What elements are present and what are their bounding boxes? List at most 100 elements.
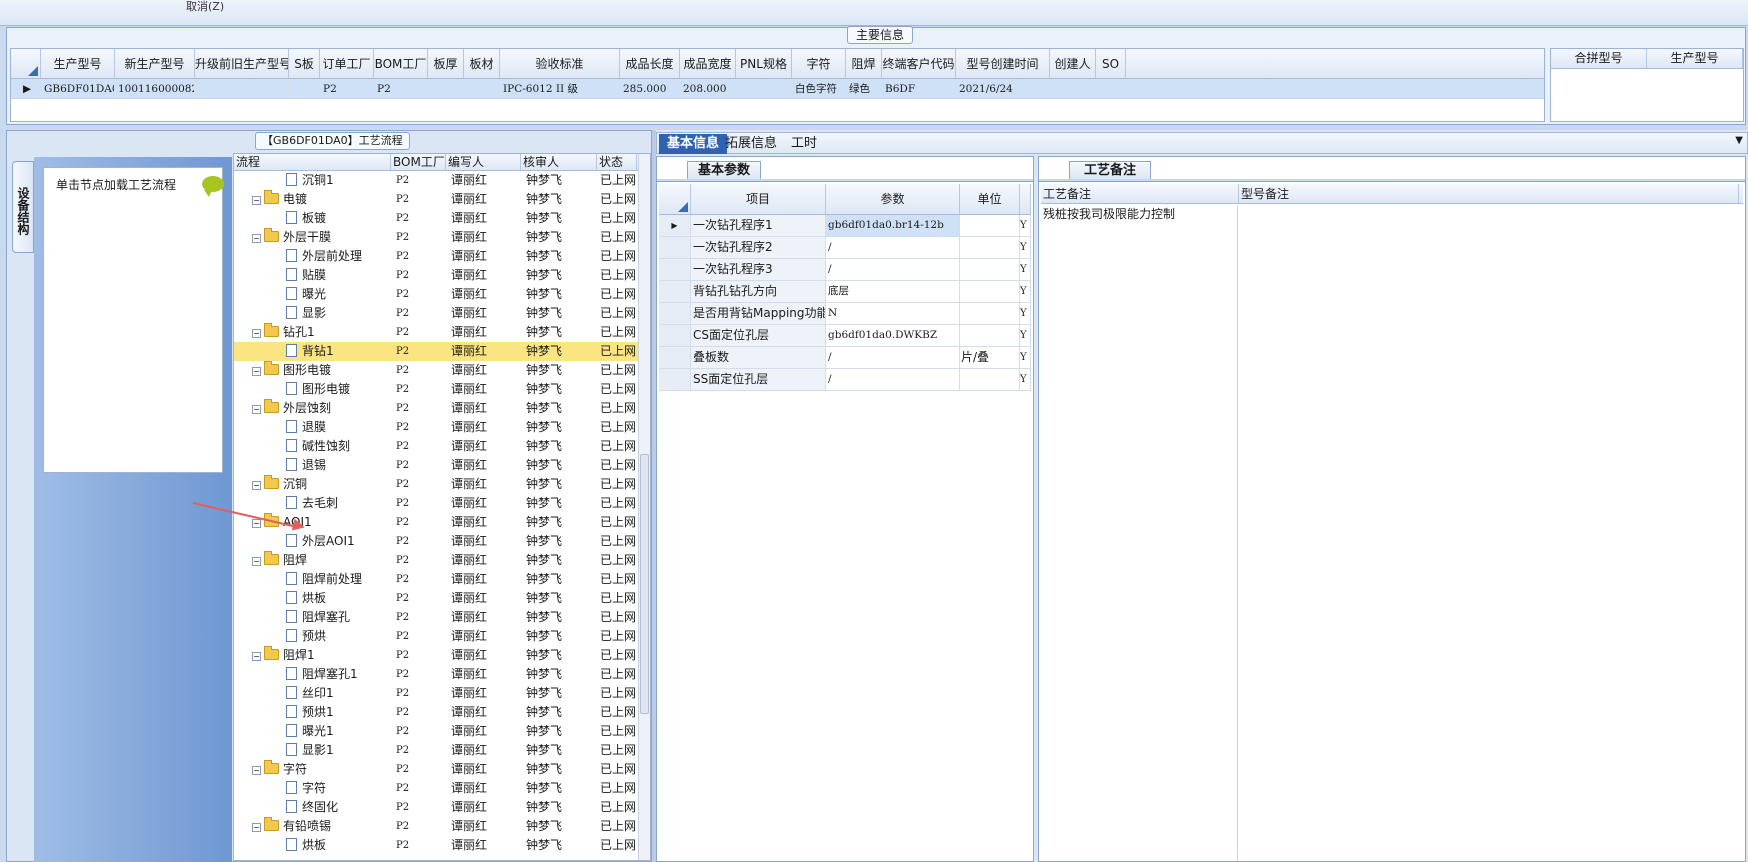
tree-node[interactable]: − 沉铜 [234,475,391,494]
tree-row[interactable]: 贴膜 P2 谭丽红 钟梦飞 已上网 [234,266,650,285]
tree-node[interactable]: 去毛刺 [234,494,391,513]
tree-row[interactable]: 阻焊前处理 P2 谭丽红 钟梦飞 已上网 [234,570,650,589]
main-info-row[interactable]: ▶GB6DF01DA010011600008230 P2P2 IPC-6012 II… [11,79,1544,99]
tree-node[interactable]: 退膜 [234,418,391,437]
grid-cell[interactable]: P2 [320,79,374,98]
param-col-header[interactable]: 参数 [826,184,960,214]
grid-cell[interactable]: 208.000 [680,79,736,98]
tree-row[interactable]: 烘板 P2 谭丽红 钟梦飞 已上网 [234,589,650,608]
tree-col-header[interactable]: BOM工厂 [391,154,446,170]
col-header[interactable]: 成品长度 [620,49,680,78]
tree-row[interactable]: − 外层蚀刻 P2 谭丽红 钟梦飞 已上网 [234,399,650,418]
tab-2[interactable]: 工时 [783,134,825,154]
col-header[interactable]: 新生产型号 [115,49,195,78]
collapse-icon[interactable]: − [252,367,261,376]
cancel-button[interactable]: 取消(Z) [186,0,224,14]
collapse-icon[interactable]: − [252,234,261,243]
col-header[interactable]: 升级前旧生产型号 [195,49,289,78]
col-header[interactable]: S板 [289,49,320,78]
tree-row[interactable]: − 图形电镀 P2 谭丽红 钟梦飞 已上网 [234,361,650,380]
tree-node[interactable]: 预烘 [234,627,391,646]
tree-node[interactable]: − 阻焊 [234,551,391,570]
collapse-icon[interactable]: − [252,329,261,338]
col-header[interactable]: SO [1096,49,1126,78]
tree-node[interactable]: 终固化 [234,798,391,817]
param-row[interactable]: 一次钻孔程序3/ Y [659,259,1031,281]
collapse-icon[interactable]: − [252,766,261,775]
tree-node[interactable]: 烘板 [234,589,391,608]
grid-cell[interactable]: 285.000 [620,79,680,98]
col-header[interactable]: 板厚 [428,49,464,78]
col-header[interactable]: 阻焊 [846,49,882,78]
tab-process-notes[interactable]: 工艺备注 [1069,161,1152,180]
grid-cell[interactable]: P2 [374,79,428,98]
tree-row[interactable]: 外层AOI1 P2 谭丽红 钟梦飞 已上网 [234,532,650,551]
process-note-text[interactable]: 残桩按我司极限能力控制 [1041,205,1175,222]
tree-node[interactable]: − AOI1 [234,513,391,532]
tree-node[interactable]: 贴膜 [234,266,391,285]
tree-col-header[interactable]: 核审人 [521,154,597,170]
tree-row[interactable]: 预烘 P2 谭丽红 钟梦飞 已上网 [234,627,650,646]
tree-node[interactable]: 显影1 [234,741,391,760]
tree-row[interactable]: − 有铅喷锡 P2 谭丽红 钟梦飞 已上网 [234,817,650,836]
param-value[interactable]: gb6df01da0.br14-12b [826,215,960,236]
tree-node[interactable]: 碱性蚀刻 [234,437,391,456]
side-tab-equipment[interactable]: 设备结构 [12,161,34,253]
tree-row[interactable]: − 阻焊1 P2 谭丽红 钟梦飞 已上网 [234,646,650,665]
tree-row[interactable]: − 电镀 P2 谭丽红 钟梦飞 已上网 [234,190,650,209]
grid-cell[interactable] [428,79,464,98]
tree-node[interactable]: 板镀 [234,209,391,228]
param-row[interactable]: 是否用背钻Mapping功能 N Y [659,303,1031,325]
tab-basic-params[interactable]: 基本参数 [687,161,762,180]
grid-cell[interactable] [1050,79,1096,98]
tree-node[interactable]: − 外层蚀刻 [234,399,391,418]
tree-row[interactable]: 退膜 P2 谭丽红 钟梦飞 已上网 [234,418,650,437]
collapse-icon[interactable]: − [252,196,261,205]
tree-row[interactable]: 字符 P2 谭丽红 钟梦飞 已上网 [234,779,650,798]
grid-cell[interactable]: B6DF [882,79,956,98]
col-header[interactable]: 成品宽度 [680,49,736,78]
col-header[interactable]: PNL规格 [736,49,792,78]
param-row[interactable]: 一次钻孔程序2/ Y [659,237,1031,259]
collapse-icon[interactable]: − [252,481,261,490]
tree-row[interactable]: − 钻孔1 P2 谭丽红 钟梦飞 已上网 [234,323,650,342]
param-value[interactable]: 底层 [826,281,960,302]
grid-cell[interactable]: 2021/6/24 [956,79,1050,98]
tree-node[interactable]: 字符 [234,779,391,798]
grid-cell[interactable] [736,79,792,98]
param-row[interactable]: 背钻孔钻孔方向 底层 Y [659,281,1031,303]
param-value[interactable]: / [826,259,960,280]
tree-row[interactable]: 图形电镀 P2 谭丽红 钟梦飞 已上网 [234,380,650,399]
tree-node[interactable]: − 钻孔1 [234,323,391,342]
tree-row[interactable]: 预烘1 P2 谭丽红 钟梦飞 已上网 [234,703,650,722]
tree-row[interactable]: 丝印1 P2 谭丽红 钟梦飞 已上网 [234,684,650,703]
tree-node[interactable]: 图形电镀 [234,380,391,399]
col-header[interactable]: 生产型号 [41,49,115,78]
param-value[interactable]: gb6df01da0.DWKBZ [826,325,960,346]
param-row[interactable]: 叠板数 / 片/叠 Y [659,347,1031,369]
tree-node[interactable]: 外层AOI1 [234,532,391,551]
col-header[interactable]: 创建人 [1050,49,1096,78]
tree-row[interactable]: 背钻1 P2 谭丽红 钟梦飞 已上网 [234,342,650,361]
scroll-thumb[interactable] [640,454,649,714]
tree-row[interactable]: 外层前处理 P2 谭丽红 钟梦飞 已上网 [234,247,650,266]
grid-cell[interactable]: 绿色 [846,79,882,98]
tree-node[interactable]: 曝光 [234,285,391,304]
tree-row[interactable]: − 外层干膜 P2 谭丽红 钟梦飞 已上网 [234,228,650,247]
tree-node[interactable]: 预烘1 [234,703,391,722]
tree-row[interactable]: 显影 P2 谭丽红 钟梦飞 已上网 [234,304,650,323]
tree-row[interactable]: 阻焊塞孔1 P2 谭丽红 钟梦飞 已上网 [234,665,650,684]
node-box[interactable]: 单击节点加载工艺流程 [43,167,224,473]
param-value[interactable]: N [826,303,960,324]
tree-col-header[interactable]: 流程 [234,154,391,170]
tree-node[interactable]: − 字符 [234,760,391,779]
tree-col-header[interactable]: 状态 [597,154,637,170]
tree-node[interactable]: − 图形电镀 [234,361,391,380]
tree-row[interactable]: 碱性蚀刻 P2 谭丽红 钟梦飞 已上网 [234,437,650,456]
grid-cell[interactable]: 10011600008230 [115,79,195,98]
grid-cell[interactable]: IPC-6012 II 级 [500,79,620,98]
collapse-icon[interactable]: − [252,557,261,566]
collapse-icon[interactable]: − [252,823,261,832]
tree-node[interactable]: 沉铜1 [234,171,391,190]
param-row[interactable]: CS面定位孔层 gb6df01da0.DWKBZ Y [659,325,1031,347]
